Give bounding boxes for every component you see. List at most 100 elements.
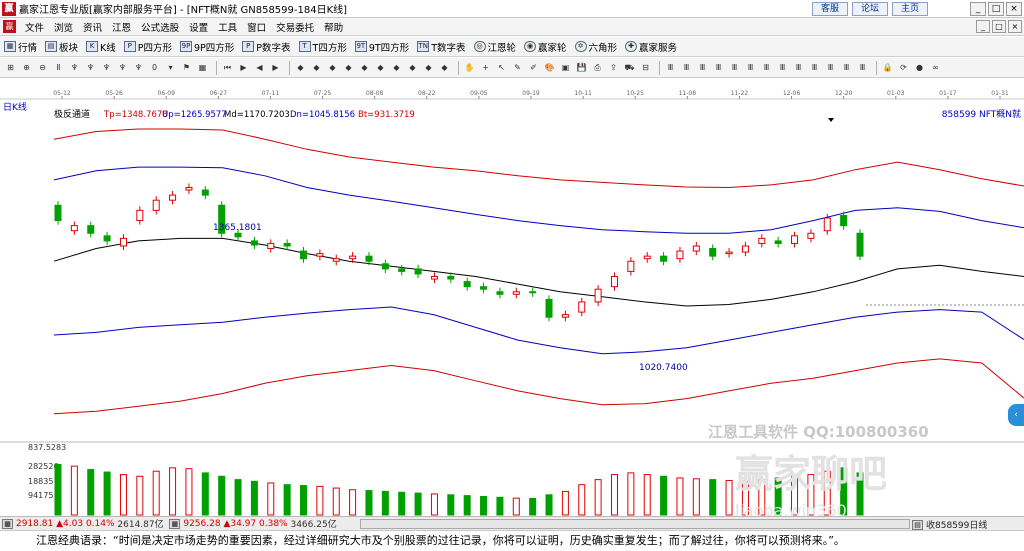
globe-icon[interactable]: ● (913, 61, 926, 74)
kline-c-icon[interactable]: ♆ (100, 61, 113, 74)
eraser-icon[interactable]: ✐ (527, 61, 540, 74)
dropdown-icon[interactable]: ▾ (164, 61, 177, 74)
hand-icon[interactable]: ✋ (463, 61, 476, 74)
cross-icon[interactable]: + (479, 61, 492, 74)
diamond-j-icon[interactable]: ◆ (438, 61, 451, 74)
ruler-icon[interactable]: ⊟ (639, 61, 652, 74)
layout-icon[interactable]: ⊞ (4, 61, 17, 74)
menu-help[interactable]: 帮助 (319, 20, 348, 34)
save-icon[interactable]: 💾 (575, 61, 588, 74)
photo-icon[interactable]: ▣ (559, 61, 572, 74)
forum-link[interactable]: 论坛 (852, 2, 888, 16)
print-icon[interactable]: ⎙ (591, 61, 604, 74)
toolbar-candle-button[interactable]: K K线 (86, 40, 116, 54)
horizontal-scrollbar[interactable] (360, 519, 910, 529)
toolbar-wheel-button[interactable]: ◎ 江恩轮 (473, 40, 516, 54)
infinity-icon[interactable]: ∞ (929, 61, 942, 74)
export-icon[interactable]: ⇪ (607, 61, 620, 74)
status-menu-icon[interactable]: ▤ (912, 519, 923, 530)
chart-type-icon[interactable]: ▦ (196, 61, 209, 74)
zero-icon[interactable]: 0 (148, 61, 161, 74)
status-bar: ▦ 2918.81 ▲4.03 0.14% 2614.87亿 ▦ 9256.28… (0, 516, 1024, 531)
palette-icon[interactable]: 🎨 (543, 61, 556, 74)
bars-d-icon[interactable]: Ⅲ (712, 61, 725, 74)
menu-formula-screener[interactable]: 公式选股 (136, 20, 184, 34)
maximize-button[interactable]: □ (988, 2, 1004, 16)
menu-tools[interactable]: 工具 (213, 20, 242, 34)
flag-icon[interactable]: ⚑ (180, 61, 193, 74)
toolbar-blocks-button[interactable]: ▤ 板块 (45, 40, 78, 54)
toolbar-square-9t-button[interactable]: 9T 9T四方形 (354, 40, 409, 54)
diamond-h-icon[interactable]: ◆ (406, 61, 419, 74)
pencil-icon[interactable]: ✎ (511, 61, 524, 74)
bars-c-icon[interactable]: Ⅲ (696, 61, 709, 74)
mdi-close-button[interactable]: × (1008, 20, 1022, 33)
sh-index-icon[interactable]: ▦ (2, 518, 13, 529)
bars-h-icon[interactable]: Ⅲ (776, 61, 789, 74)
customer-service-link[interactable]: 客服 (812, 2, 848, 16)
candle-body (234, 232, 242, 238)
bars-j-icon[interactable]: Ⅲ (808, 61, 821, 74)
bars-l-icon[interactable]: Ⅲ (840, 61, 853, 74)
bars-e-icon[interactable]: Ⅲ (728, 61, 741, 74)
menu-gann[interactable]: 江恩 (107, 20, 136, 34)
mdi-minimize-button[interactable]: _ (976, 20, 990, 33)
toolbar-square-p-button[interactable]: P P四方形 (123, 40, 172, 54)
sz-index-icon[interactable]: ▦ (169, 518, 181, 529)
diamond-e-icon[interactable]: ◆ (358, 61, 371, 74)
minimize-button[interactable]: _ (970, 2, 986, 16)
toolbar-square-9p-button[interactable]: 9P 9P四方形 (180, 40, 234, 54)
bars-b-icon[interactable]: Ⅲ (680, 61, 693, 74)
toolbar-square-t-button[interactable]: T T四方形 (298, 40, 347, 54)
menu-browse[interactable]: 浏览 (49, 20, 78, 34)
menu-window[interactable]: 窗口 (242, 20, 271, 34)
mdi-restore-button[interactable]: □ (992, 20, 1006, 33)
zoom-out-icon[interactable]: ⊖ (36, 61, 49, 74)
kline-chart[interactable]: 05-12 05-26 06-09 06-27 07-11 07-25 08-08 08-22… (0, 79, 1024, 520)
homepage-link[interactable]: 主页 (892, 2, 928, 16)
toolbar-grid-button[interactable]: ▦ 行情 (4, 40, 37, 54)
first-icon[interactable]: ⏮ (221, 61, 234, 74)
diamond-a-icon[interactable]: ◆ (294, 61, 307, 74)
bars-g-icon[interactable]: Ⅲ (760, 61, 773, 74)
toolbar-table-p-button[interactable]: P P数字表 (242, 40, 291, 54)
toolbar-hexagon-button[interactable]: ✡ 六角形 (574, 40, 617, 54)
side-expand-button[interactable]: ‹ (1008, 404, 1024, 426)
play-icon[interactable]: ▶ (269, 61, 282, 74)
bars-m-icon[interactable]: Ⅲ (856, 61, 869, 74)
kline-e-icon[interactable]: ♆ (132, 61, 145, 74)
toolbar-table-t-button[interactable]: TN T数字表 (417, 40, 466, 54)
period-icon[interactable]: Ⅱ (52, 61, 65, 74)
watermark-qq: 江恩工具软件 QQ:100800360 (708, 423, 929, 441)
bars-k-icon[interactable]: Ⅲ (824, 61, 837, 74)
diamond-d-icon[interactable]: ◆ (342, 61, 355, 74)
menu-trade[interactable]: 交易委托 (271, 20, 319, 34)
chart-area[interactable]: 05-12 05-26 06-09 06-27 07-11 07-25 08-08 08-22… (0, 79, 1024, 520)
diamond-f-icon[interactable]: ◆ (374, 61, 387, 74)
sync-icon[interactable]: ⟳ (897, 61, 910, 74)
bars-i-icon[interactable]: Ⅲ (792, 61, 805, 74)
diamond-c-icon[interactable]: ◆ (326, 61, 339, 74)
bars-f-icon[interactable]: Ⅲ (744, 61, 757, 74)
menu-file[interactable]: 文件 (20, 20, 49, 34)
menu-news[interactable]: 资讯 (78, 20, 107, 34)
next-bar-icon[interactable]: ▶ (237, 61, 250, 74)
toolbar-service-button[interactable]: ✚ 赢家服务 (625, 40, 677, 54)
kline-a-icon[interactable]: ♆ (68, 61, 81, 74)
diamond-b-icon[interactable]: ◆ (310, 61, 323, 74)
prev-icon[interactable]: ◀ (253, 61, 266, 74)
kline-d-icon[interactable]: ♆ (116, 61, 129, 74)
diamond-g-icon[interactable]: ◆ (390, 61, 403, 74)
diamond-i-icon[interactable]: ◆ (422, 61, 435, 74)
lock-icon[interactable]: 🔒 (881, 61, 894, 74)
volume-bar (561, 490, 569, 516)
close-button[interactable]: × (1006, 2, 1022, 16)
menu-settings[interactable]: 设置 (184, 20, 213, 34)
params-dropdown-icon[interactable] (828, 118, 834, 122)
car-icon[interactable]: ⛟ (623, 61, 636, 74)
toolbar-wheel2-button[interactable]: ◉ 赢家轮 (524, 40, 567, 54)
zoom-in-icon[interactable]: ⊕ (20, 61, 33, 74)
bars-a-icon[interactable]: Ⅲ (664, 61, 677, 74)
kline-b-icon[interactable]: ♆ (84, 61, 97, 74)
arrow-icon[interactable]: ↖ (495, 61, 508, 74)
